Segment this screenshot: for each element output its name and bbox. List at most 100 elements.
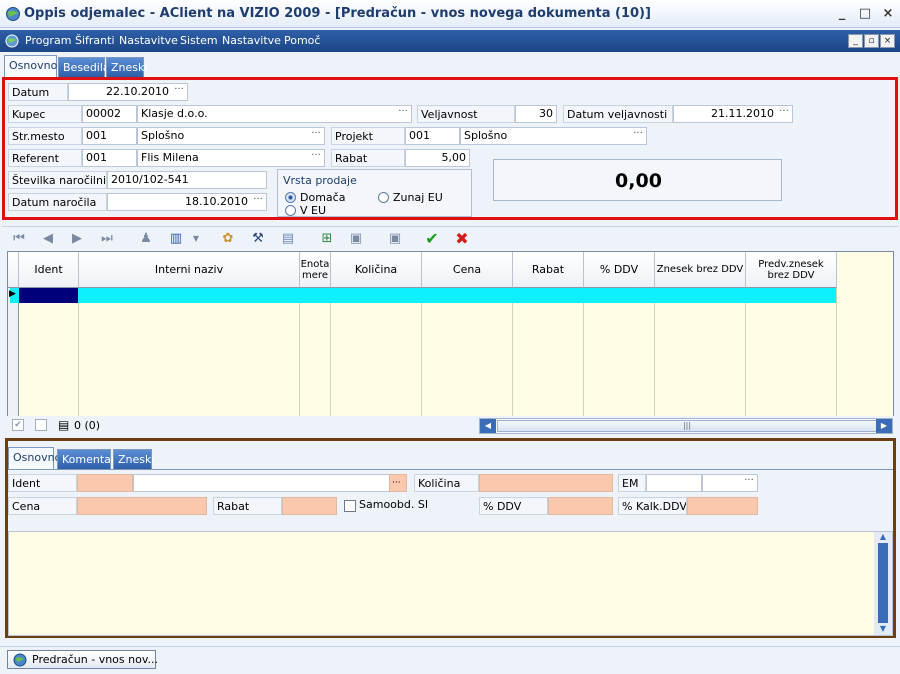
detail-ident-field[interactable] [77,474,133,492]
columns-icon[interactable]: ▥ [168,231,184,247]
close-button[interactable]: × [880,6,896,22]
projekt-label: Projekt [331,127,405,145]
edit-row-icon[interactable]: ▣ [348,231,364,247]
strmesto-lookup-button[interactable]: ··· [309,128,323,144]
detail-kolicina-field[interactable] [479,474,613,492]
datum-picker-button[interactable]: ··· [172,84,186,100]
col-kolicina[interactable]: Količina [331,252,422,288]
menu-bar: Program Šifranti Nastavitve Sistem Nasta… [0,30,900,52]
mdi-close-button[interactable]: × [880,34,895,48]
menu-program[interactable]: Program [25,34,71,47]
delete-row-icon[interactable]: ▣ [387,231,403,247]
narocilnica-field[interactable]: 2010/102-541 [107,171,267,189]
menu-sistem[interactable]: Sistem [180,34,218,47]
narocilnica-label: Številka naročilnice [8,171,107,189]
detail-ident-name-field[interactable] [133,474,407,492]
menu-nastavitve-2[interactable]: Nastavitve [222,34,281,47]
scroll-down-icon[interactable]: ▼ [874,624,892,634]
prev-record-icon[interactable]: ◀ [40,231,56,247]
stamp-icon[interactable]: ♟ [138,231,154,247]
strmesto-name-field[interactable]: Splošno [137,127,325,145]
col-rabat[interactable]: Rabat [513,252,584,288]
zunaj-eu-radio[interactable] [378,192,389,203]
col-cena[interactable]: Cena [422,252,513,288]
v-eu-radio[interactable] [285,205,296,216]
open-window-button[interactable]: Predračun - vnos nov... [7,650,158,669]
tab-osnovno[interactable]: Osnovno [4,55,57,77]
detail-kalk-ddv-field[interactable] [687,497,758,515]
cancel-x-icon[interactable]: ✖ [454,231,470,247]
scroll-left-icon[interactable]: ◀ [480,419,496,433]
memo-scroll-thumb[interactable] [878,543,888,623]
maximize-button[interactable]: □ [857,6,873,22]
document-icon[interactable]: ▤ [280,231,296,247]
tools-icon[interactable]: ⚒ [250,231,266,247]
palette-icon[interactable]: ✿ [220,231,236,247]
datum-field[interactable]: 22.10.2010 [68,83,188,101]
col-enota-mere[interactable]: Enota mere [300,252,331,288]
detail-rabat-field[interactable] [282,497,337,515]
col-ident[interactable]: Ident [19,252,79,288]
grid-horizontal-scrollbar[interactable]: ◀ ||| ▶ [479,418,893,434]
kupec-code-field[interactable]: 00002 [82,105,137,123]
scroll-up-icon[interactable]: ▲ [874,532,892,542]
detail-ddv-field[interactable] [548,497,613,515]
add-row-icon[interactable]: ⊞ [319,231,335,247]
menu-nastavitve[interactable]: Nastavitve [119,34,178,47]
kupec-name-field[interactable]: Klasje d.o.o. [137,105,412,123]
col-ddv[interactable]: % DDV [584,252,655,288]
first-record-icon[interactable]: ⏮ [11,231,27,247]
datum-veljavnosti-field[interactable]: 21.11.2010 [673,105,793,123]
projekt-lookup-button[interactable]: ··· [631,128,645,144]
selected-cell[interactable] [19,288,78,303]
scroll-thumb[interactable]: ||| [497,420,877,432]
col-interni-naziv[interactable]: Interni naziv [79,252,300,288]
last-record-icon[interactable]: ⏭ [99,231,115,247]
datum-veljavnosti-picker-button[interactable]: ··· [777,106,791,122]
tab-besedila[interactable]: Besedila [58,57,110,77]
domaca-radio[interactable] [285,192,296,203]
samoobd-checkbox[interactable] [344,500,356,512]
datum-narocila-field[interactable]: 18.10.2010 [107,193,267,211]
menu-pomoc[interactable]: Pomoč [284,34,320,47]
projekt-name-field[interactable]: Splošno [460,127,647,145]
ddv-column [584,288,655,419]
menu-sifranti[interactable]: Šifranti [75,34,115,47]
kupec-lookup-button[interactable]: ··· [396,106,410,122]
minimize-button[interactable]: _ [834,6,850,22]
col-predv-znesek[interactable]: Predv.znesek brez DDV [746,252,837,288]
veljavnost-field[interactable]: 30 [515,105,557,123]
detail-em-lookup-button[interactable]: ··· [742,475,756,491]
columns-dropdown-icon[interactable]: ▼ [188,231,204,247]
memo-vertical-scrollbar[interactable]: ▲ ▼ [874,532,892,635]
detail-em-field[interactable] [646,474,702,492]
total-display: 0,00 [493,159,782,201]
table-row[interactable] [10,288,836,303]
strmesto-code-field[interactable]: 001 [82,127,137,145]
detail-tab-komentar[interactable]: Komentar [57,449,115,469]
detail-cena-field[interactable] [77,497,207,515]
footer-checkbox[interactable] [35,419,47,431]
detail-ident-lookup-button[interactable]: ··· [389,474,407,492]
scroll-right-icon[interactable]: ▶ [876,419,892,433]
footer-checkbox-checked[interactable]: ✔ [12,419,24,431]
document-lines-grid[interactable]: Ident Interni naziv Enota mere Količina … [7,251,894,419]
projekt-code-field[interactable]: 001 [405,127,460,145]
detail-tab-osnovno[interactable]: Osnovno [8,447,61,470]
col-znesek-brez-ddv[interactable]: Znesek brez DDV [655,252,746,288]
confirm-check-icon[interactable]: ✔ [424,231,440,247]
datum-narocila-picker-button[interactable]: ··· [251,194,265,210]
detail-ident-label: Ident [8,474,77,492]
mdi-restore-button[interactable]: ▫ [864,34,879,48]
mdi-minimize-button[interactable]: _ [848,34,863,48]
next-record-icon[interactable]: ▶ [69,231,85,247]
referent-name-field[interactable]: Flis Milena [137,149,325,167]
kolicina-column [331,288,422,419]
referent-code-field[interactable]: 001 [82,149,137,167]
detail-tab-zneski[interactable]: Zneski [113,449,154,469]
referent-lookup-button[interactable]: ··· [309,150,323,166]
rabat-field[interactable]: 5,00 [405,149,470,167]
tab-zneski[interactable]: Zneski [106,57,147,77]
detail-memo-area[interactable] [8,531,893,636]
datum-label: Datum [8,83,68,101]
